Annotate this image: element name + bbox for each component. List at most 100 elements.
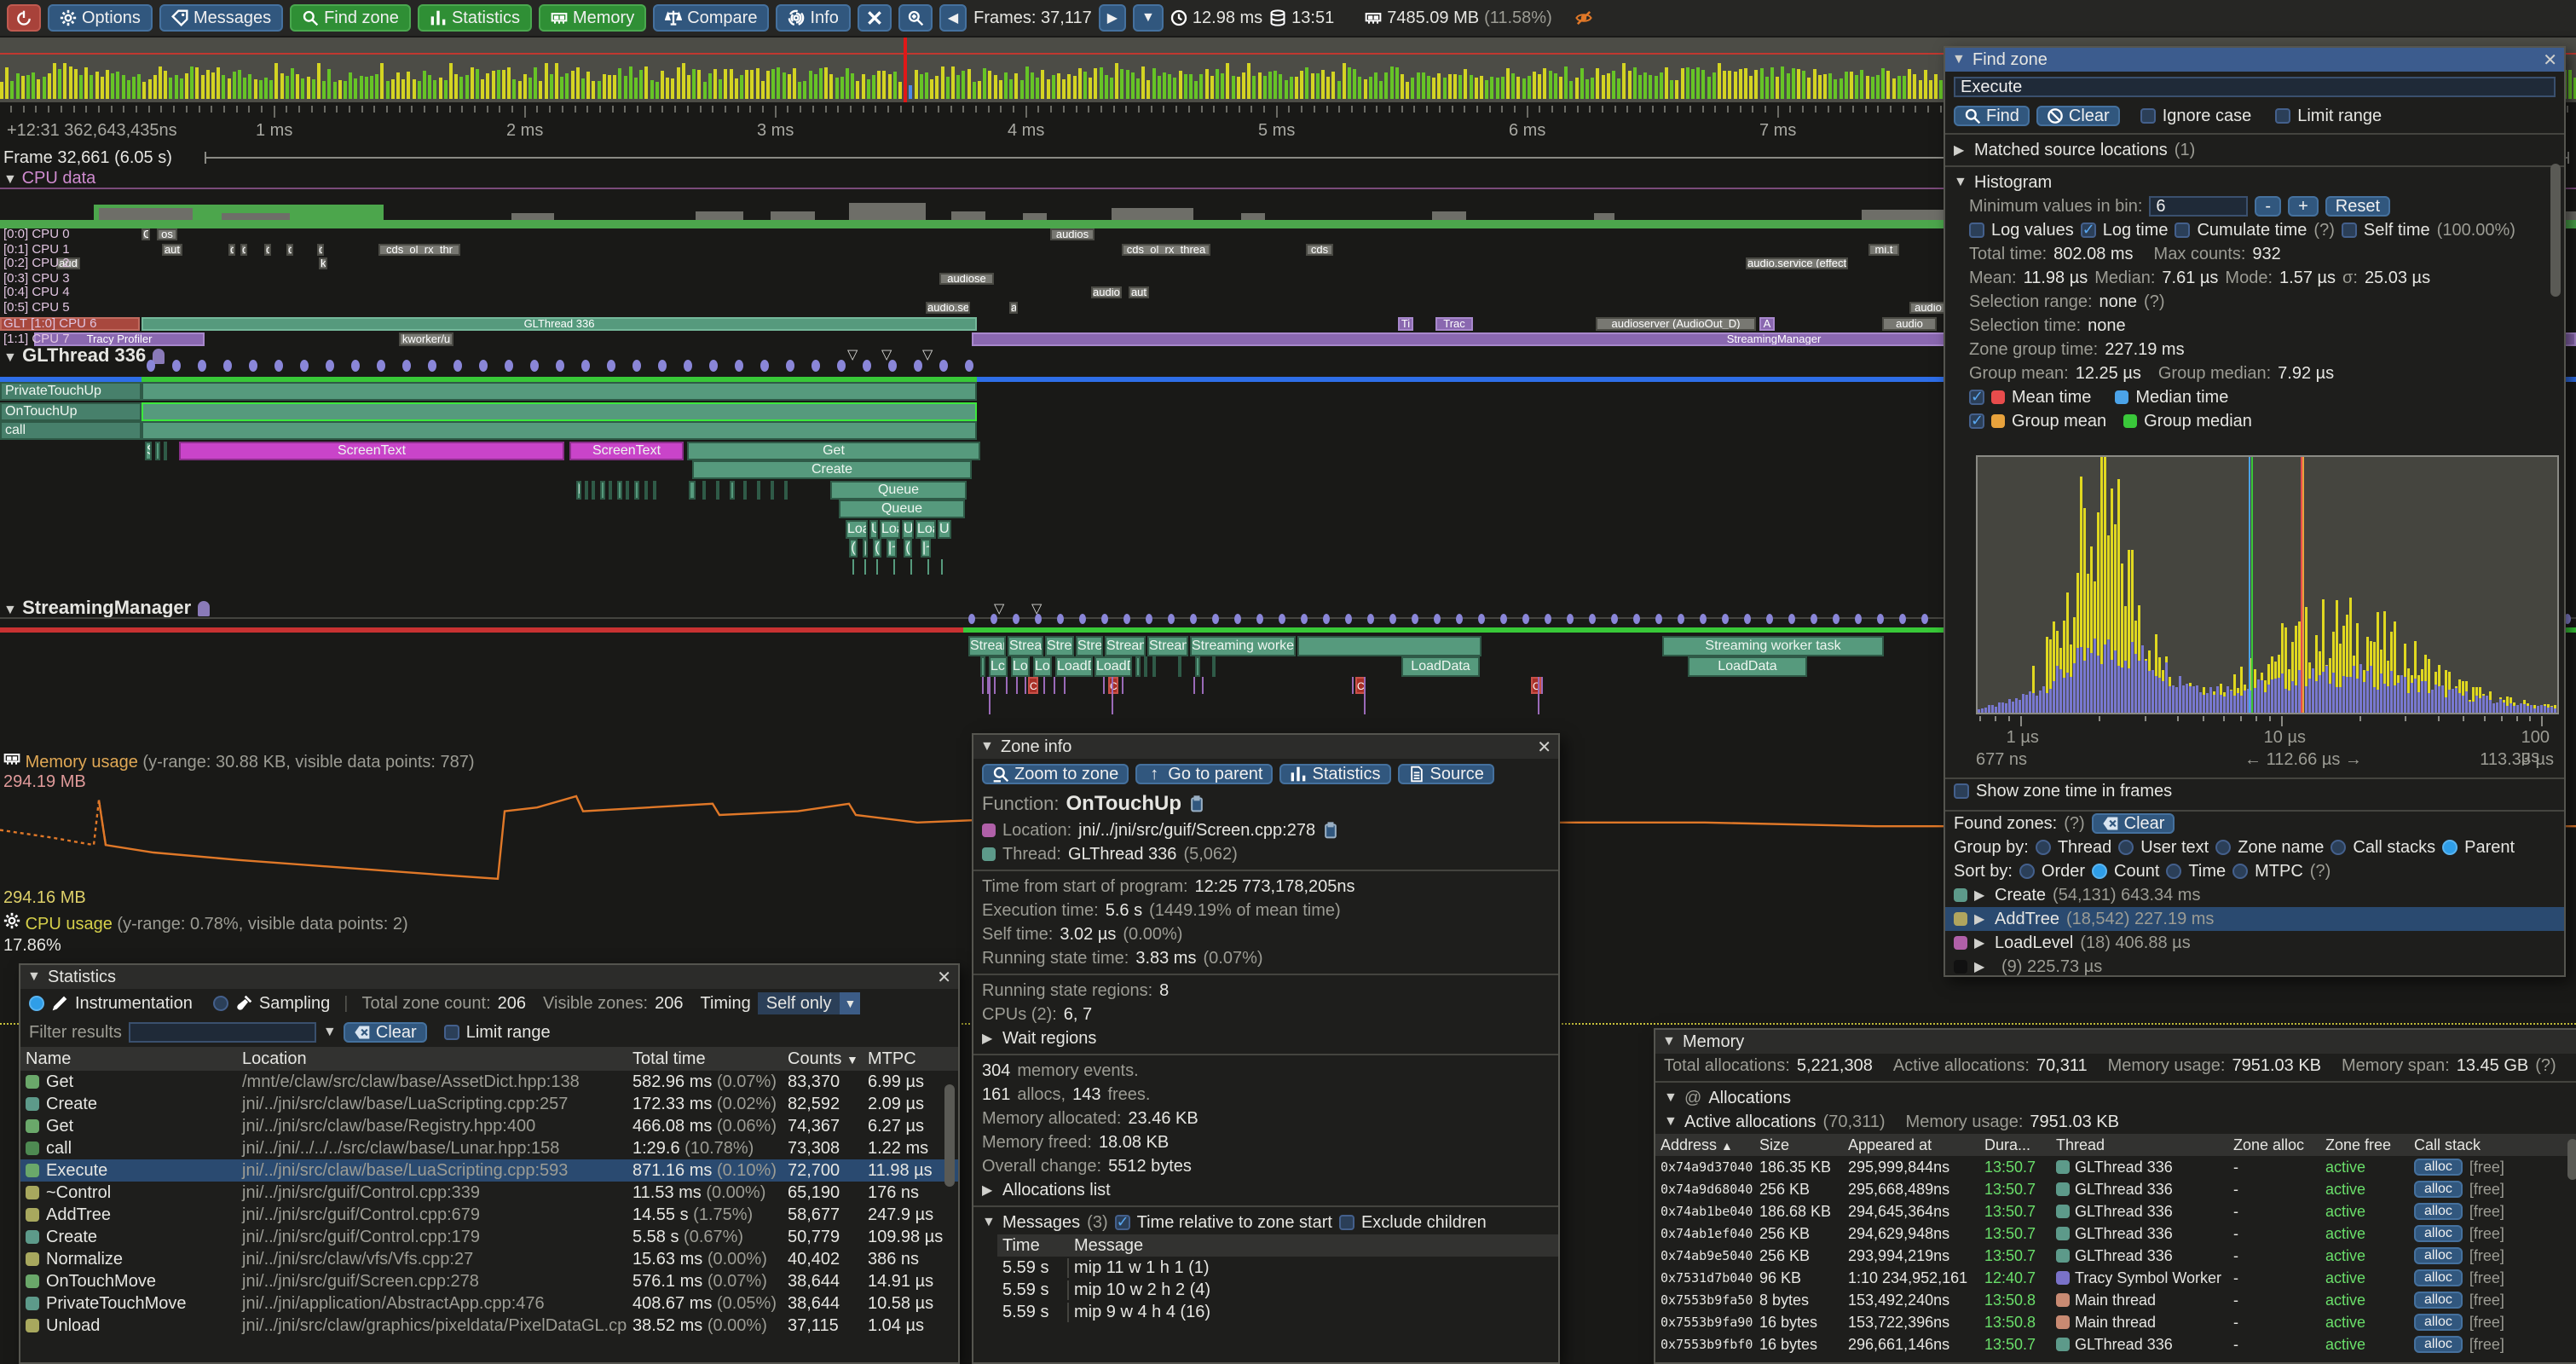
sample-dot[interactable] [1788, 614, 1795, 624]
statistics-scrollbar[interactable] [944, 1084, 955, 1187]
mean-time-checkbox[interactable] [1969, 390, 1984, 405]
clear-button[interactable]: Clear [2036, 106, 2120, 126]
sample-dot[interactable] [1434, 614, 1441, 624]
frame-bar[interactable] [1728, 71, 1731, 99]
frame-bar[interactable] [1041, 70, 1044, 99]
frame-bar[interactable] [1665, 67, 1668, 99]
frame-bar[interactable] [999, 80, 1002, 99]
frame-bar[interactable] [576, 67, 580, 99]
sample-dot[interactable] [453, 360, 462, 372]
sample-dot[interactable] [735, 360, 743, 372]
frame-bar[interactable] [1120, 69, 1123, 99]
frame-bar[interactable] [1252, 76, 1256, 99]
frame-bar[interactable] [1840, 78, 1843, 99]
frame-bar[interactable] [185, 73, 188, 99]
allocation-row[interactable]: 0x7553b9fbf016 bytes296,661,146ns13:50.7… [1655, 1333, 2576, 1355]
frame-bar[interactable] [502, 70, 505, 99]
zone-bar[interactable] [1195, 656, 1200, 677]
cpu-zone-block[interactable]: c [317, 244, 324, 256]
alloc-callstack-button[interactable]: alloc [2414, 1181, 2463, 1198]
next-frame-button[interactable]: ▶ [1099, 4, 1126, 32]
frame-bar[interactable] [1226, 63, 1229, 99]
frame-bar[interactable] [888, 74, 892, 99]
zone-bar[interactable]: Strean [1008, 636, 1043, 656]
frame-bar[interactable] [1141, 66, 1145, 99]
sample-dot[interactable] [1899, 614, 1906, 624]
frame-bar[interactable] [1036, 78, 1039, 99]
frame-bar[interactable] [1406, 82, 1409, 99]
zone-bar[interactable]: Queue [839, 500, 965, 518]
frame-bar[interactable] [248, 74, 251, 99]
sample-dot[interactable] [1123, 614, 1130, 624]
zone-bar[interactable] [784, 481, 788, 500]
matched-locations-expander[interactable]: ▶Matched source locations(1) [1945, 138, 2564, 162]
frame-bar[interactable] [1485, 80, 1488, 99]
zone-bar[interactable] [1212, 656, 1216, 677]
frame-bar[interactable] [159, 66, 162, 99]
zone-bar[interactable] [1144, 656, 1147, 677]
clear-filter-button[interactable]: Clear [344, 1022, 427, 1043]
glthread-header[interactable]: ▼ GLThread 336 [3, 344, 165, 367]
alloc-callstack-button[interactable]: alloc [2414, 1159, 2463, 1176]
frame-bar[interactable] [814, 74, 817, 99]
frame-bar[interactable] [1194, 81, 1198, 99]
column-header-mtpc[interactable]: MTPC [863, 1049, 953, 1069]
frame-bar[interactable] [1860, 70, 1863, 99]
frame-bar[interactable] [1660, 72, 1663, 99]
frame-bar[interactable] [79, 75, 83, 99]
statistics-titlebar[interactable]: ▼Statistics✕ [20, 965, 958, 989]
sort-by-time[interactable] [2166, 864, 2181, 879]
frame-bar[interactable] [433, 80, 436, 99]
frame-bar[interactable] [90, 75, 93, 99]
sample-dot[interactable] [1678, 614, 1684, 624]
frame-bar[interactable] [1358, 77, 1361, 99]
frame-bar[interactable] [1014, 73, 1018, 99]
frame-bar[interactable] [454, 74, 458, 99]
memory-titlebar[interactable]: ▼Memory [1655, 1030, 2576, 1054]
sample-dot[interactable] [1500, 614, 1507, 624]
zone-bar[interactable]: Create [692, 460, 972, 479]
frame-bar[interactable] [190, 66, 193, 99]
sample-dot[interactable] [1478, 614, 1485, 624]
statistics-button[interactable]: Statistics [418, 4, 532, 32]
sample-dot[interactable] [1877, 614, 1884, 624]
sample-dot[interactable] [274, 360, 283, 372]
frame-bar[interactable] [1602, 75, 1605, 99]
frame-bar[interactable] [180, 78, 183, 99]
frame-bar[interactable] [1496, 78, 1499, 99]
sample-dot[interactable] [351, 360, 360, 372]
crash-mark[interactable]: C [1028, 677, 1038, 694]
frame-bar[interactable] [523, 74, 527, 99]
frame-bar[interactable] [1739, 69, 1742, 99]
sample-dot[interactable] [147, 360, 155, 372]
sample-dot[interactable] [1168, 614, 1175, 624]
frame-bar[interactable] [1395, 67, 1399, 99]
sort-by-count[interactable] [2092, 864, 2107, 879]
zone-bar[interactable] [585, 481, 588, 500]
sample-dot[interactable] [1234, 614, 1241, 624]
zone-bar[interactable]: Streaming worker tas [1190, 636, 1296, 656]
message-row[interactable]: 5.59 smip 11 w 1 h 1 (1) [997, 1257, 1558, 1279]
frame-bar[interactable] [1776, 77, 1779, 99]
frame-bar[interactable] [127, 80, 130, 99]
cpu-zone-block[interactable]: C [142, 228, 150, 240]
frame-bar[interactable] [391, 79, 395, 99]
frame-bar[interactable] [1559, 77, 1562, 99]
frame-bar[interactable] [677, 67, 680, 99]
frame-bar[interactable] [1263, 76, 1267, 99]
frame-bar[interactable] [32, 72, 35, 99]
frame-bar[interactable] [1020, 80, 1024, 99]
frame-bar[interactable] [703, 82, 707, 99]
frame-bar[interactable] [486, 73, 489, 99]
frame-bar[interactable] [1417, 72, 1420, 99]
frame-bar[interactable] [2568, 70, 2572, 99]
table-row[interactable]: AddTreejni/../jni/src/guif/Control.cpp:6… [20, 1204, 958, 1226]
frame-bar[interactable] [1850, 72, 1853, 99]
frame-bar[interactable] [1100, 67, 1103, 99]
frame-bar[interactable] [783, 72, 786, 99]
frame-bar[interactable] [586, 72, 590, 99]
sample-dot[interactable] [1567, 614, 1574, 624]
zone-bar[interactable]: Strea [1076, 636, 1103, 656]
cpu-zone-block[interactable]: Trac [1435, 317, 1473, 331]
sample-dot[interactable] [684, 360, 692, 372]
